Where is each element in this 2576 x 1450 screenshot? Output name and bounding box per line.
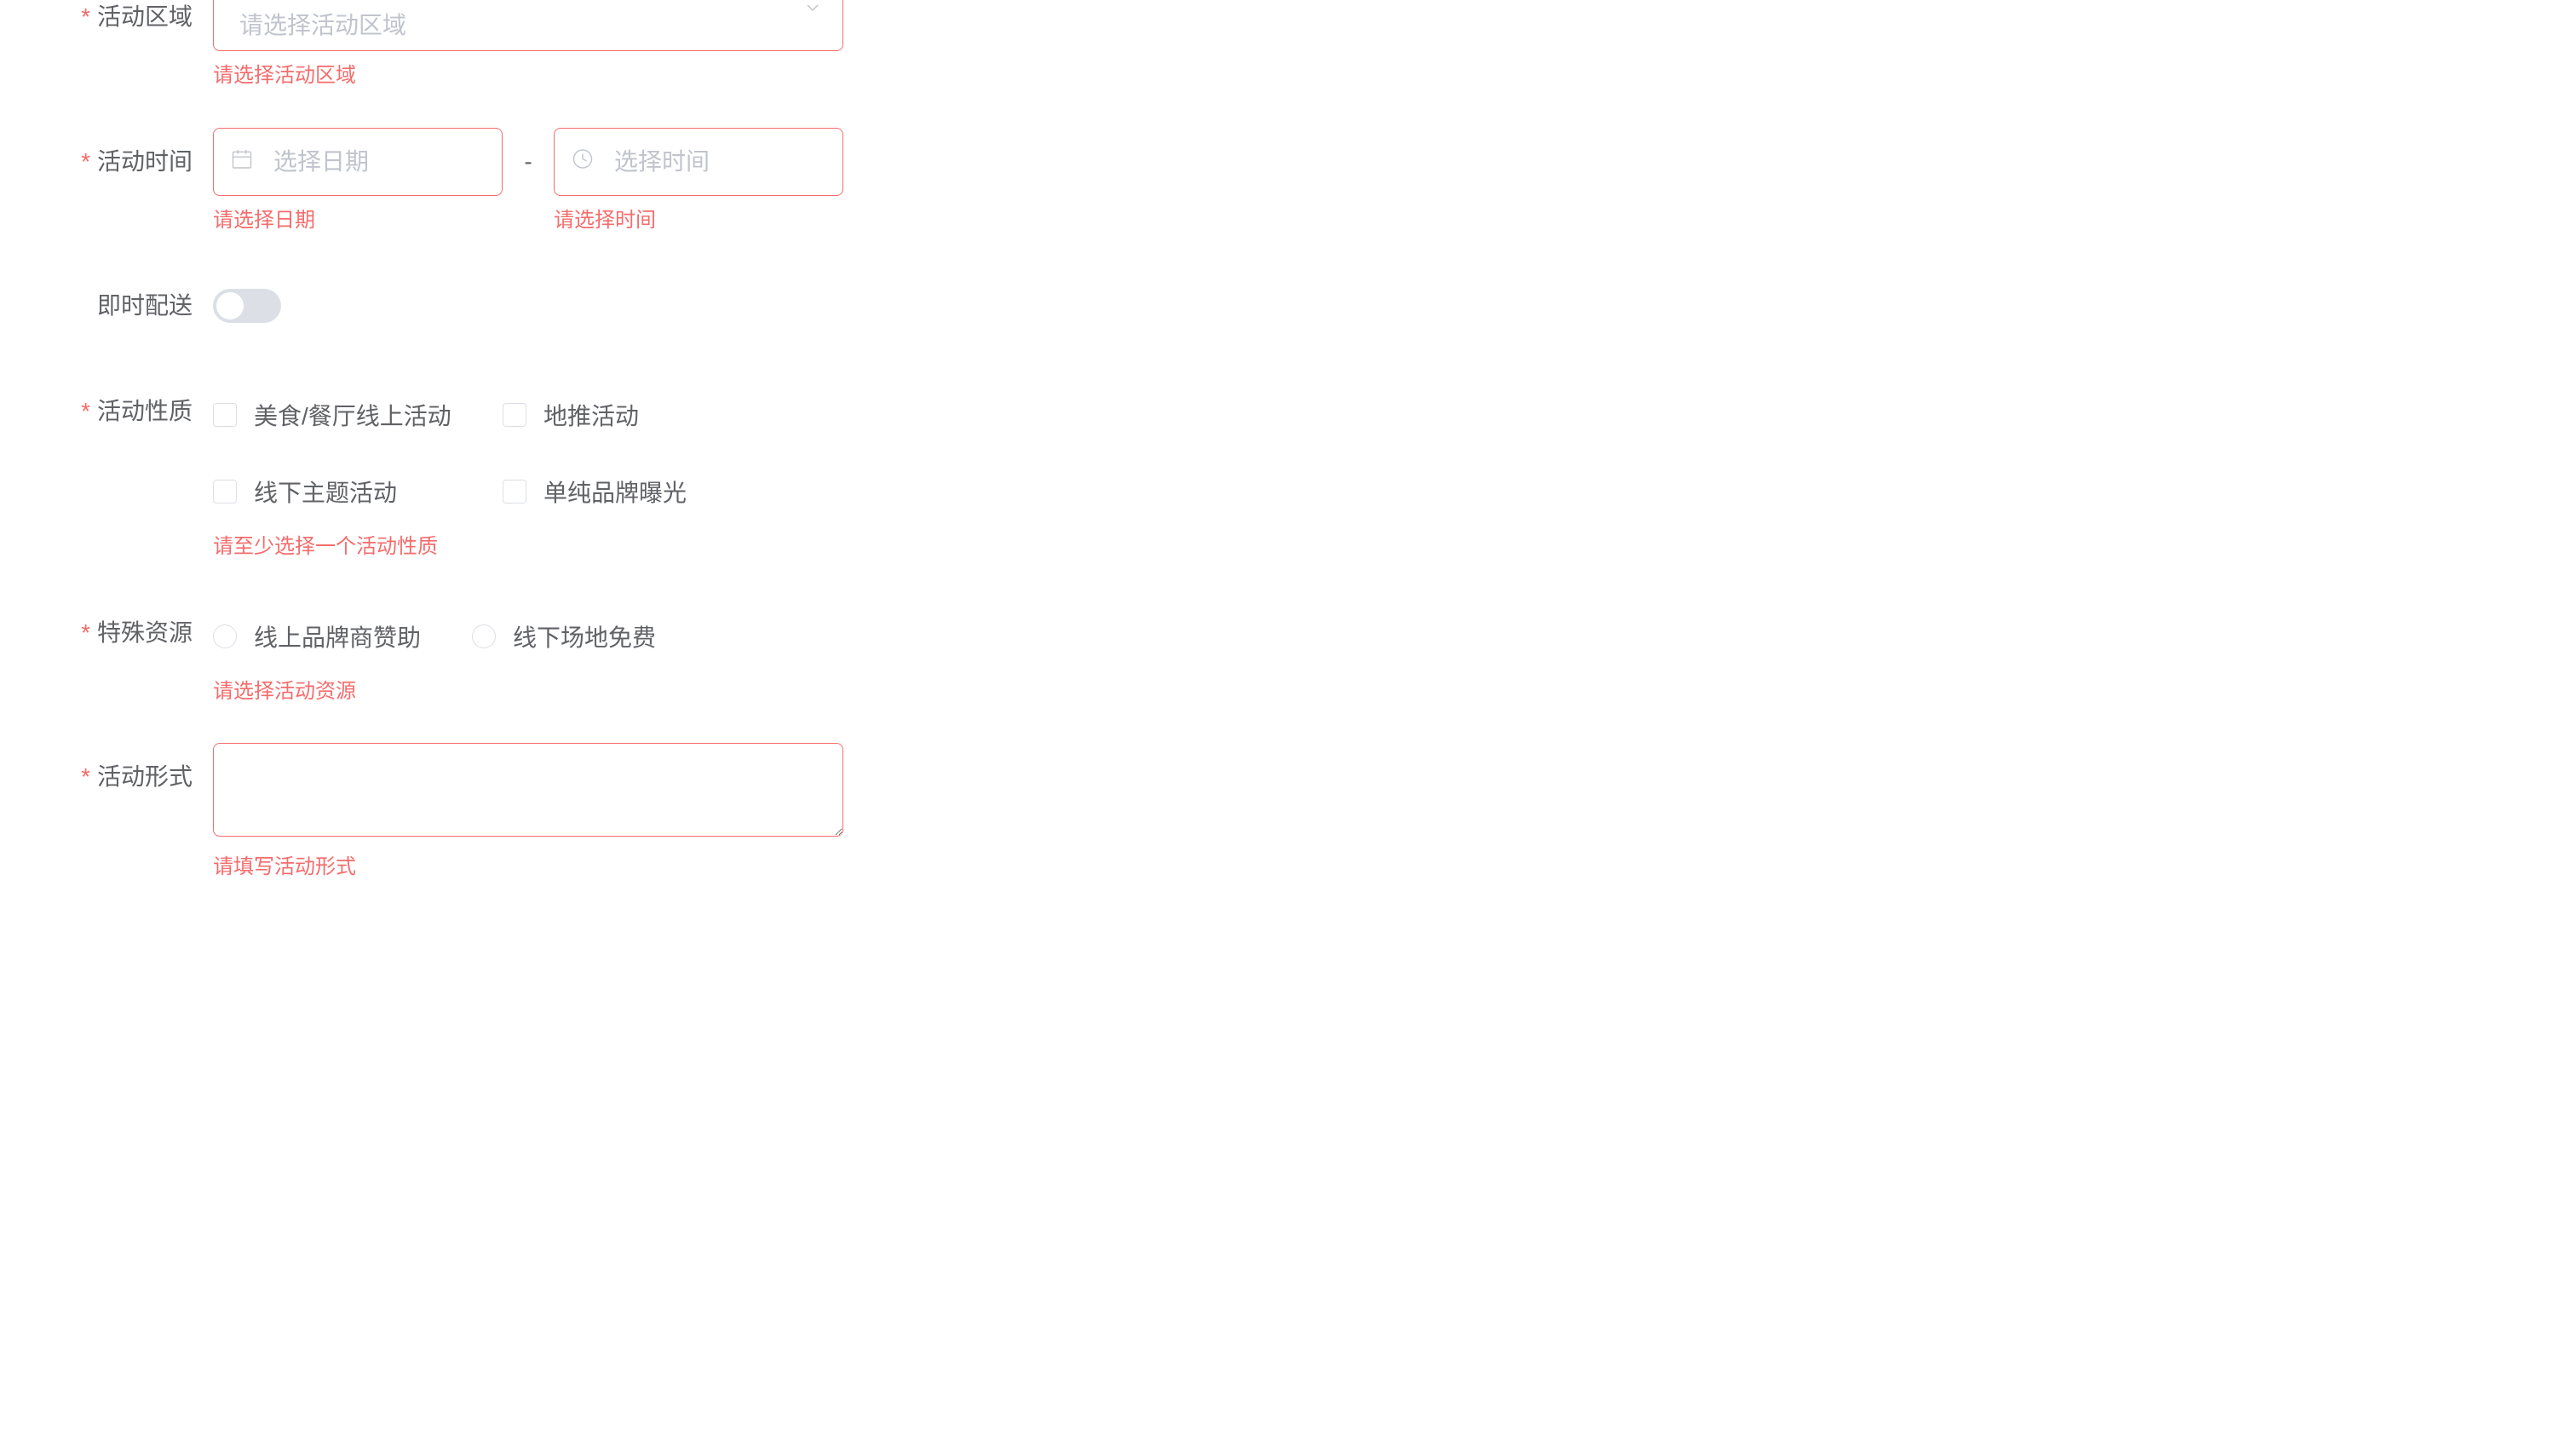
datetime-content: 请选择日期 - 请选择时间 — [213, 128, 2542, 235]
date-col: 请选择日期 — [213, 128, 503, 235]
datetime-row: 请选择日期 - 请选择时间 — [213, 128, 2542, 235]
nature-checkbox-2[interactable]: 线下主题活动 — [213, 475, 451, 509]
nature-error: 请至少选择一个活动性质 — [213, 532, 2542, 561]
form-item-region: 活动区域 请选择活动区域 — [34, 0, 2542, 90]
form-container: 活动区域 请选择活动区域 活动时间 — [0, 0, 2576, 882]
resource-radio-group: 线上品牌商赞助 线下场地免费 — [213, 599, 2542, 653]
date-error: 请选择日期 — [213, 206, 503, 235]
form-item-datetime: 活动时间 请选择日期 - — [34, 128, 2542, 235]
region-select-wrapper — [213, 0, 843, 51]
checkbox-icon — [503, 480, 526, 503]
time-col: 请选择时间 — [554, 128, 843, 235]
resource-content: 线上品牌商赞助 线下场地免费 请选择活动资源 — [213, 599, 2542, 706]
region-content: 请选择活动区域 — [213, 0, 843, 90]
datetime-label: 活动时间 — [34, 128, 213, 196]
date-input[interactable] — [213, 128, 503, 196]
checkbox-icon — [503, 403, 526, 427]
resource-option-label: 线上品牌商赞助 — [254, 619, 421, 653]
checkbox-icon — [213, 480, 237, 503]
format-error: 请填写活动形式 — [213, 853, 843, 882]
form-item-format: 活动形式 请填写活动形式 — [34, 743, 2542, 882]
resource-error: 请选择活动资源 — [213, 677, 2542, 706]
delivery-content — [213, 272, 843, 329]
datetime-separator: - — [503, 128, 554, 196]
delivery-label: 即时配送 — [34, 272, 213, 340]
nature-checkbox-3[interactable]: 单纯品牌曝光 — [503, 475, 741, 509]
nature-checkbox-0[interactable]: 美食/餐厅线上活动 — [213, 398, 451, 432]
nature-label: 活动性质 — [34, 377, 213, 446]
checkbox-icon — [213, 403, 237, 427]
resource-radio-0[interactable]: 线上品牌商赞助 — [213, 619, 421, 653]
time-error: 请选择时间 — [554, 206, 843, 235]
time-input-wrapper — [554, 128, 843, 196]
region-label: 活动区域 — [34, 0, 213, 34]
switch-handle — [216, 292, 244, 319]
nature-option-label: 单纯品牌曝光 — [543, 475, 687, 509]
nature-checkbox-1[interactable]: 地推活动 — [503, 398, 741, 432]
region-select[interactable] — [213, 0, 843, 51]
nature-option-label: 线下主题活动 — [254, 475, 397, 509]
form-item-delivery: 即时配送 — [34, 272, 2542, 340]
format-content: 请填写活动形式 — [213, 743, 843, 882]
resource-radio-1[interactable]: 线下场地免费 — [472, 619, 656, 653]
radio-icon — [213, 624, 237, 648]
form-item-resource: 特殊资源 线上品牌商赞助 线下场地免费 请选择活动资源 — [34, 599, 2542, 706]
format-label: 活动形式 — [34, 743, 213, 811]
region-error: 请选择活动区域 — [213, 61, 843, 90]
format-textarea[interactable] — [213, 743, 843, 837]
resource-label: 特殊资源 — [34, 599, 213, 667]
resource-option-label: 线下场地免费 — [513, 619, 656, 653]
nature-content: 美食/餐厅线上活动 地推活动 线下主题活动 单纯品牌曝光 请至少选择一个活动性质 — [213, 377, 2542, 561]
date-input-wrapper — [213, 128, 503, 196]
delivery-switch[interactable] — [213, 289, 281, 323]
form-item-nature: 活动性质 美食/餐厅线上活动 地推活动 线下主题活动 单纯品牌曝光 — [34, 377, 2542, 561]
radio-icon — [472, 624, 496, 648]
nature-option-label: 地推活动 — [543, 398, 639, 432]
time-input[interactable] — [554, 128, 843, 196]
nature-checkbox-group: 美食/餐厅线上活动 地推活动 线下主题活动 单纯品牌曝光 — [213, 377, 843, 509]
nature-option-label: 美食/餐厅线上活动 — [254, 398, 451, 432]
